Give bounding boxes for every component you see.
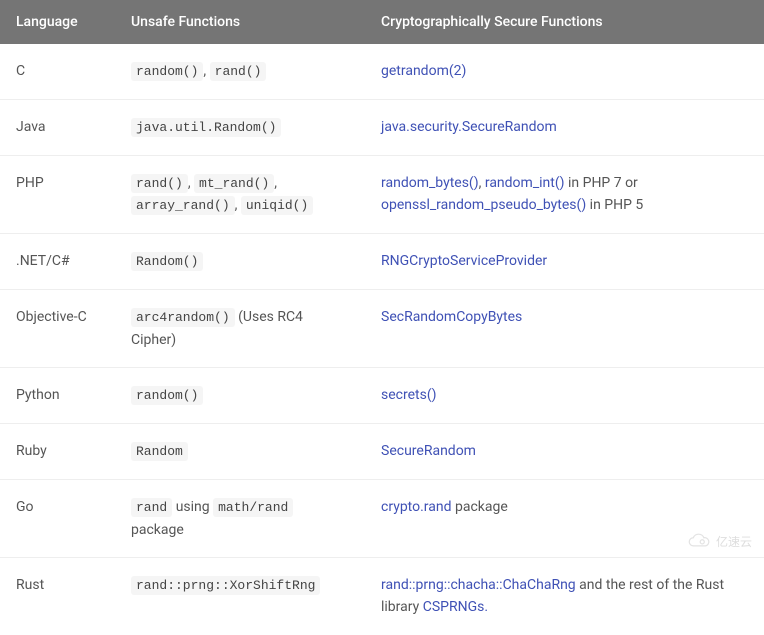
secure-link[interactable]: crypto.rand xyxy=(381,499,452,515)
secure-cell: SecRandomCopyBytes xyxy=(365,289,764,367)
unsafe-cell: rand(), mt_rand(), array_rand(), uniqid(… xyxy=(115,155,365,234)
code-snippet: uniqid() xyxy=(241,196,313,215)
code-snippet: math/rand xyxy=(213,498,293,517)
lang-cell: Objective-C xyxy=(0,289,115,367)
table-row: Go rand using math/rand package crypto.r… xyxy=(0,479,764,557)
text: in PHP 5 xyxy=(586,197,643,213)
unsafe-cell: Random() xyxy=(115,234,365,290)
text: using xyxy=(172,499,213,515)
code-snippet: Random xyxy=(131,442,188,461)
lang-cell: Rust xyxy=(0,557,115,634)
secure-link[interactable]: rand::prng::chacha::ChaChaRng xyxy=(381,577,576,593)
table-row: Python random() secrets() xyxy=(0,368,764,424)
table-row: C random(), rand() getrandom(2) xyxy=(0,44,764,99)
table-row: Rust rand::prng::XorShiftRng rand::prng:… xyxy=(0,557,764,634)
secure-link[interactable]: getrandom(2) xyxy=(381,63,466,79)
code-snippet: random() xyxy=(131,62,203,81)
secure-link[interactable]: secrets() xyxy=(381,387,437,403)
unsafe-cell: rand using math/rand package xyxy=(115,479,365,557)
lang-cell: PHP xyxy=(0,155,115,234)
unsafe-cell: random(), rand() xyxy=(115,44,365,99)
unsafe-cell: arc4random() (Uses RC4 Cipher) xyxy=(115,289,365,367)
secure-cell: SecureRandom xyxy=(365,423,764,479)
unsafe-cell: random() xyxy=(115,368,365,424)
table-row: Ruby Random SecureRandom xyxy=(0,423,764,479)
secure-random-table: Language Unsafe Functions Cryptographica… xyxy=(0,0,764,635)
code-snippet: array_rand() xyxy=(131,196,235,215)
secure-link[interactable]: java.security.SecureRandom xyxy=(381,119,557,135)
table-header: Language Unsafe Functions Cryptographica… xyxy=(0,0,764,44)
header-unsafe: Unsafe Functions xyxy=(115,0,365,44)
lang-cell: C xyxy=(0,44,115,99)
secure-link[interactable]: SecRandomCopyBytes xyxy=(381,309,522,325)
text: package xyxy=(131,522,184,538)
code-snippet: rand() xyxy=(210,62,267,81)
secure-cell: secrets() xyxy=(365,368,764,424)
text: in PHP 7 or xyxy=(565,175,638,191)
secure-link[interactable]: random_bytes() xyxy=(381,175,479,191)
table-row: PHP rand(), mt_rand(), array_rand(), uni… xyxy=(0,155,764,234)
unsafe-cell: Random xyxy=(115,423,365,479)
lang-cell: Ruby xyxy=(0,423,115,479)
code-snippet: java.util.Random() xyxy=(131,118,281,137)
secure-link[interactable]: random_int() xyxy=(485,175,565,191)
code-snippet: rand() xyxy=(131,174,188,193)
secure-link[interactable]: openssl_random_pseudo_bytes() xyxy=(381,197,586,213)
secure-cell: getrandom(2) xyxy=(365,44,764,99)
unsafe-cell: rand::prng::XorShiftRng xyxy=(115,557,365,634)
table-row: Objective-C arc4random() (Uses RC4 Ciphe… xyxy=(0,289,764,367)
code-snippet: rand::prng::XorShiftRng xyxy=(131,576,320,595)
unsafe-cell: java.util.Random() xyxy=(115,99,365,155)
secure-cell: random_bytes(), random_int() in PHP 7 or… xyxy=(365,155,764,234)
separator: , xyxy=(235,197,241,213)
secure-link[interactable]: RNGCryptoServiceProvider xyxy=(381,253,547,269)
code-snippet: mt_rand() xyxy=(194,174,274,193)
secure-cell: crypto.rand package xyxy=(365,479,764,557)
code-snippet: Random() xyxy=(131,252,203,271)
separator: , xyxy=(203,63,209,79)
secure-link[interactable]: CSPRNGs. xyxy=(423,599,488,615)
header-language: Language xyxy=(0,0,115,44)
code-snippet: random() xyxy=(131,386,203,405)
secure-link[interactable]: SecureRandom xyxy=(381,443,476,459)
table-row: .NET/C# Random() RNGCryptoServiceProvide… xyxy=(0,234,764,290)
lang-cell: Python xyxy=(0,368,115,424)
secure-cell: java.security.SecureRandom xyxy=(365,99,764,155)
header-secure: Cryptographically Secure Functions xyxy=(365,0,764,44)
secure-cell: rand::prng::chacha::ChaChaRng and the re… xyxy=(365,557,764,634)
secure-cell: RNGCryptoServiceProvider xyxy=(365,234,764,290)
separator: , xyxy=(274,175,277,191)
table-row: Java java.util.Random() java.security.Se… xyxy=(0,99,764,155)
code-snippet: arc4random() xyxy=(131,308,235,327)
lang-cell: .NET/C# xyxy=(0,234,115,290)
text: package xyxy=(452,499,508,515)
lang-cell: Java xyxy=(0,99,115,155)
code-snippet: rand xyxy=(131,498,172,517)
lang-cell: Go xyxy=(0,479,115,557)
